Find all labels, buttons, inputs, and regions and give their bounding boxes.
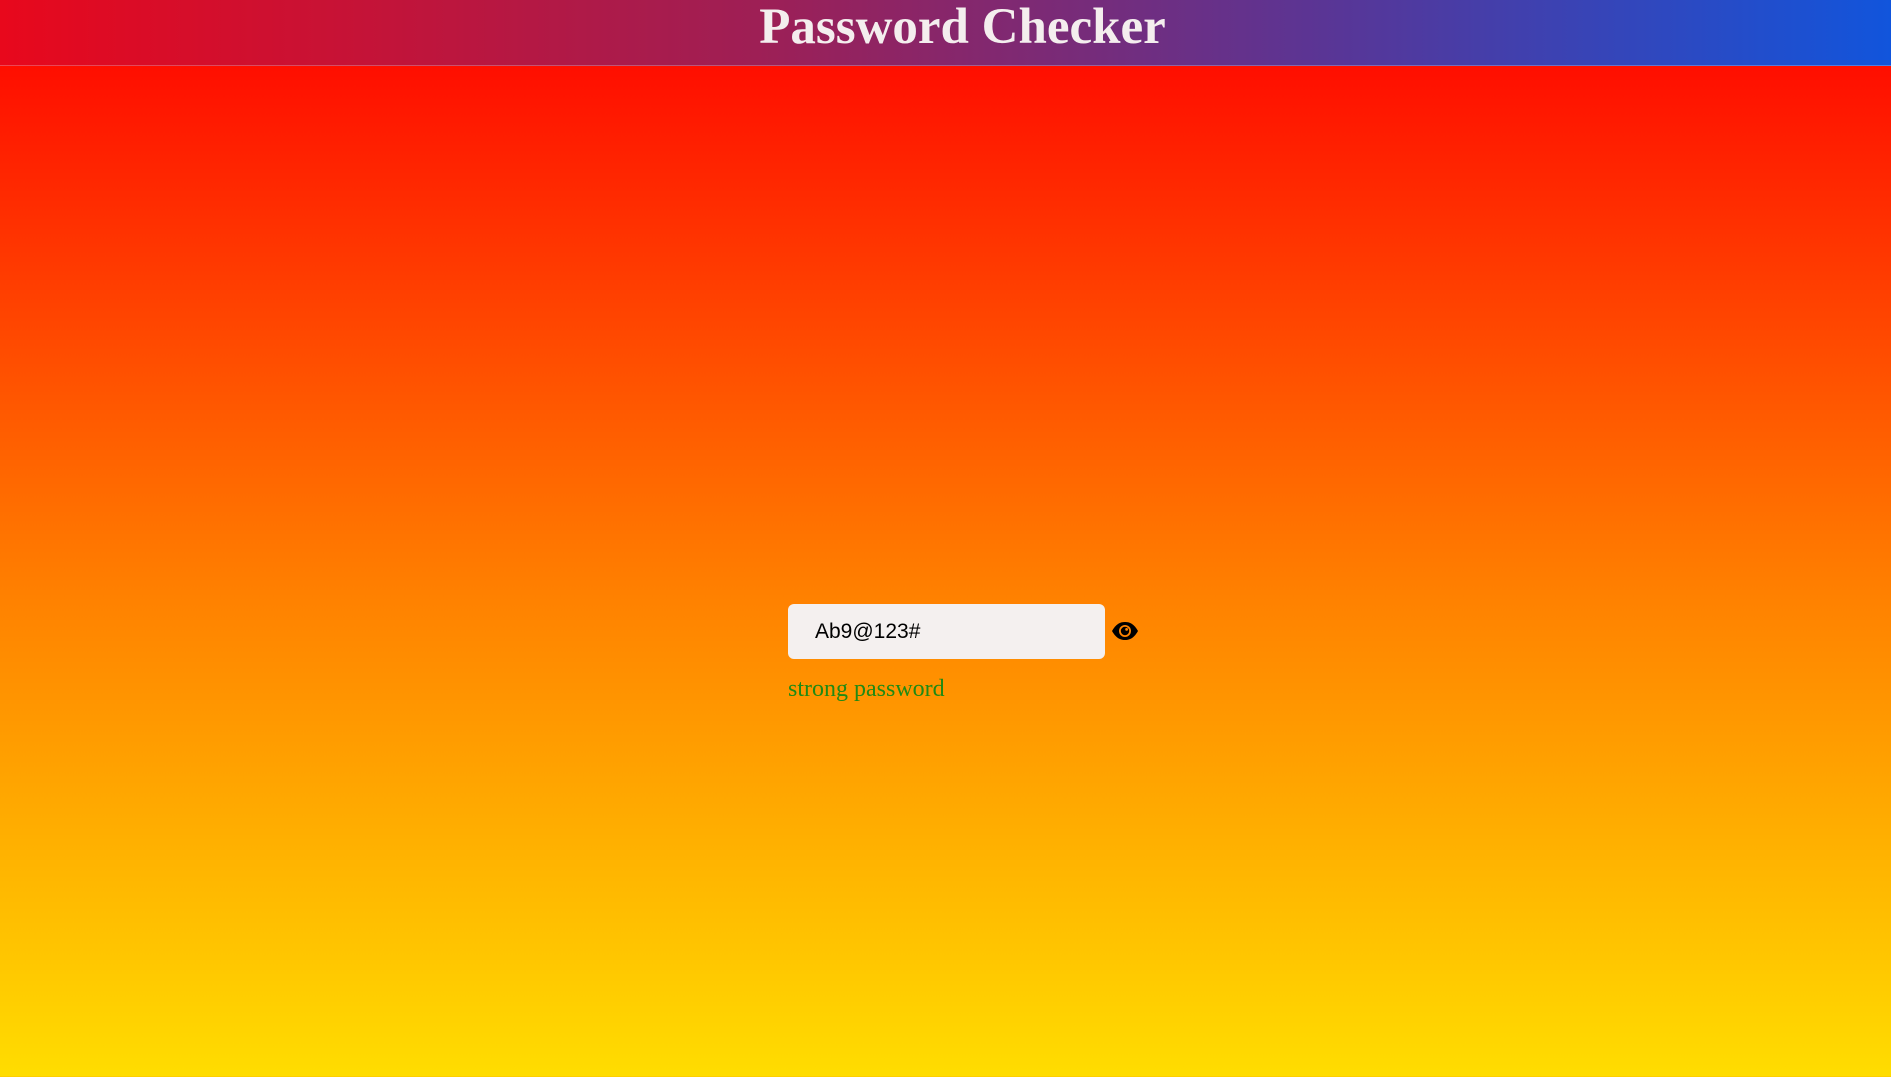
header-bar: Password Checker [0, 0, 1891, 66]
page-title: Password Checker [759, 0, 1166, 55]
strength-message: strong password [788, 676, 945, 702]
password-input[interactable] [788, 604, 1105, 659]
eye-icon[interactable] [1110, 616, 1140, 646]
